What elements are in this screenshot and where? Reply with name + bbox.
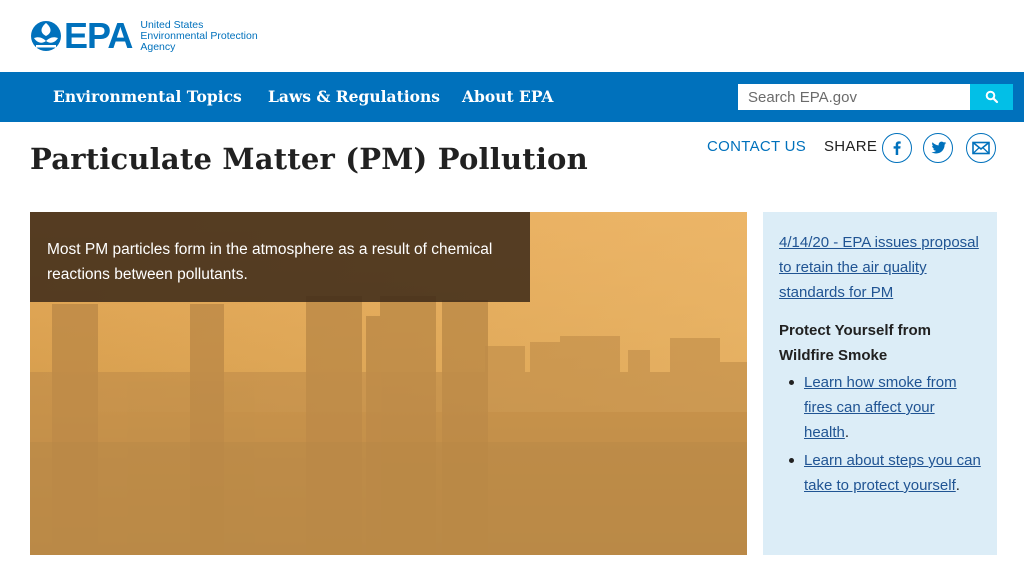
sidebar-box: 4/14/20 - EPA issues proposal to retain … — [763, 212, 997, 555]
epa-flower-icon — [31, 21, 61, 51]
email-icon — [972, 141, 990, 155]
share-label: SHARE — [824, 138, 878, 155]
nav-environmental-topics[interactable]: Environmental Topics — [53, 72, 242, 122]
search-icon — [985, 90, 998, 104]
smoke-health-link[interactable]: Learn how smoke from fires can affect yo… — [804, 374, 957, 441]
agency-name: United States Environmental Protection A… — [140, 18, 258, 53]
facebook-icon — [893, 141, 901, 155]
contact-us-link[interactable]: CONTACT US — [707, 138, 806, 155]
sidebar-heading: Protect Yourself from Wildfire Smoke — [779, 322, 931, 364]
list-item: Learn how smoke from fires can affect yo… — [779, 370, 981, 445]
list-item-suffix: . — [844, 424, 850, 441]
agency-line: Agency — [140, 40, 176, 53]
agency-line: United States — [140, 18, 204, 31]
list-item-suffix: . — [955, 477, 960, 494]
nav-about-epa[interactable]: About EPA — [462, 72, 553, 122]
page-title: Particulate Matter (PM) Pollution — [30, 142, 588, 176]
share-twitter-button[interactable] — [923, 133, 953, 163]
sidebar-list: Learn how smoke from fires can affect yo… — [779, 370, 981, 498]
logo-wordmark: EPA — [64, 15, 133, 56]
list-item: Learn about steps you can take to protec… — [779, 448, 981, 498]
search-input[interactable] — [738, 84, 970, 110]
epa-logo[interactable]: EPA United States Environmental Protecti… — [30, 16, 258, 56]
share-email-button[interactable] — [966, 133, 996, 163]
twitter-icon — [931, 141, 946, 153]
protect-yourself-link[interactable]: Learn about steps you can take to protec… — [804, 452, 981, 494]
hero-caption: Most PM particles form in the atmosphere… — [30, 212, 530, 302]
nav-laws-regulations[interactable]: Laws & Regulations — [268, 72, 440, 122]
share-facebook-button[interactable] — [882, 133, 912, 163]
agency-line: Environmental Protection — [140, 29, 258, 42]
search-button[interactable] — [970, 84, 1013, 110]
news-link[interactable]: 4/14/20 - EPA issues proposal to retain … — [779, 230, 981, 305]
